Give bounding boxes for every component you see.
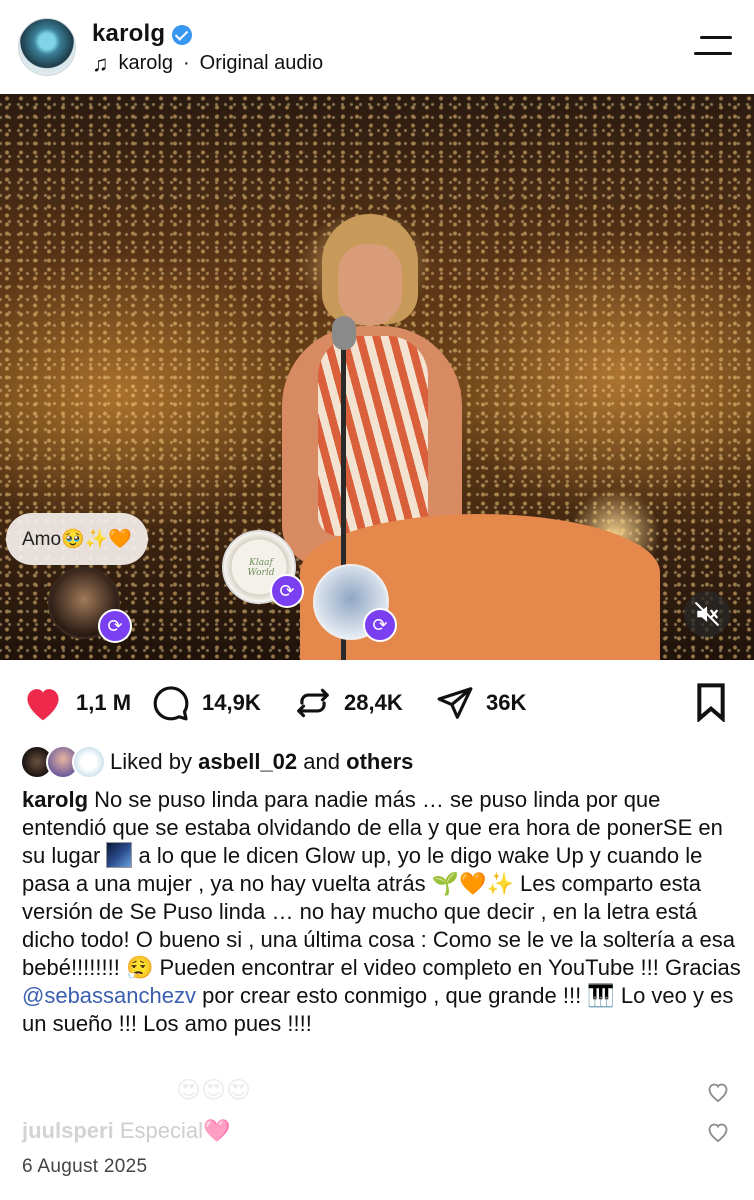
singer-face [338,244,402,326]
comment-button[interactable]: 14,9K [152,684,261,722]
audio-label: Original audio [199,52,324,74]
share-count: 36K [486,690,527,715]
remix-icon: ⟳ [98,609,132,643]
username[interactable]: karolg [92,20,165,48]
post-caption: karolg No se puso linda para nadie más …… [22,786,742,1038]
comment-preview-text: Especial🩷 [119,1118,231,1143]
heart-filled-icon [27,689,59,721]
send-icon [437,687,473,719]
comment-count: 14,9K [202,690,261,715]
action-bar: 1,1 M 14,9K 28,4K 36K [0,672,754,732]
liked-by-avatars [20,744,110,780]
liked-by-row[interactable]: Liked by asbell_02 and others [20,744,413,780]
post-header: karolg ♫ karolg · Original audio [0,0,754,94]
speaker-muted-icon [695,602,719,626]
comment-bubble-icon [153,686,189,721]
galaxy-image-icon [106,842,133,868]
caption-mention[interactable]: @sebassanchezv [22,983,196,1008]
comment-preview-emoji[interactable]: 😍😍😍 [176,1076,251,1105]
audio-row[interactable]: ♫ karolg · Original audio [92,52,323,75]
comment-bubble[interactable]: Amo🥹✨🧡 [6,513,149,565]
verified-badge-icon [172,25,192,45]
comment-preview-user: juulsperi [22,1118,114,1143]
remix-avatar-3[interactable]: ⟳ [313,564,397,642]
menu-icon[interactable] [694,34,734,58]
like-button[interactable]: 1,1 M [22,684,131,722]
remix-icon: ⟳ [363,608,397,642]
post-date: 6 August 2025 [22,1156,148,1177]
caption-username[interactable]: karolg [22,787,88,812]
remix-avatar-2[interactable]: Klaaf World ⟳ [222,530,304,608]
reel-video[interactable]: Amo🥹✨🧡 ⟳ Klaaf World ⟳ ⟳ [0,94,754,660]
singer-dress [318,336,428,536]
audio-user: karolg [118,52,173,74]
liked-by-others[interactable]: others [346,749,413,775]
like-count: 1,1 M [76,690,132,715]
remix-icon: ⟳ [270,574,304,608]
mute-button[interactable] [684,591,730,637]
avatar[interactable] [18,18,76,76]
comment-like-icon[interactable] [706,1120,730,1144]
microphone [332,316,356,350]
bookmark-icon [697,683,725,722]
repost-icon [297,688,329,718]
stamp-logo: Klaaf World [247,558,275,578]
comment-preview-row[interactable]: juulsperi Especial🩷 [22,1118,230,1144]
liked-by-prefix: Liked by [110,749,192,774]
remix-avatar-1[interactable]: ⟳ [48,567,132,643]
liked-by-user[interactable]: asbell_02 [198,749,297,775]
audio-separator: · [182,52,190,74]
repost-count: 28,4K [344,690,403,715]
liked-by-connector: and [303,749,340,774]
share-button[interactable]: 36K [436,684,526,722]
comment-like-icon[interactable] [706,1080,730,1104]
avatar [72,745,106,779]
music-note-icon: ♫ [92,50,109,76]
save-button[interactable] [694,682,728,722]
repost-button[interactable]: 28,4K [294,684,403,722]
